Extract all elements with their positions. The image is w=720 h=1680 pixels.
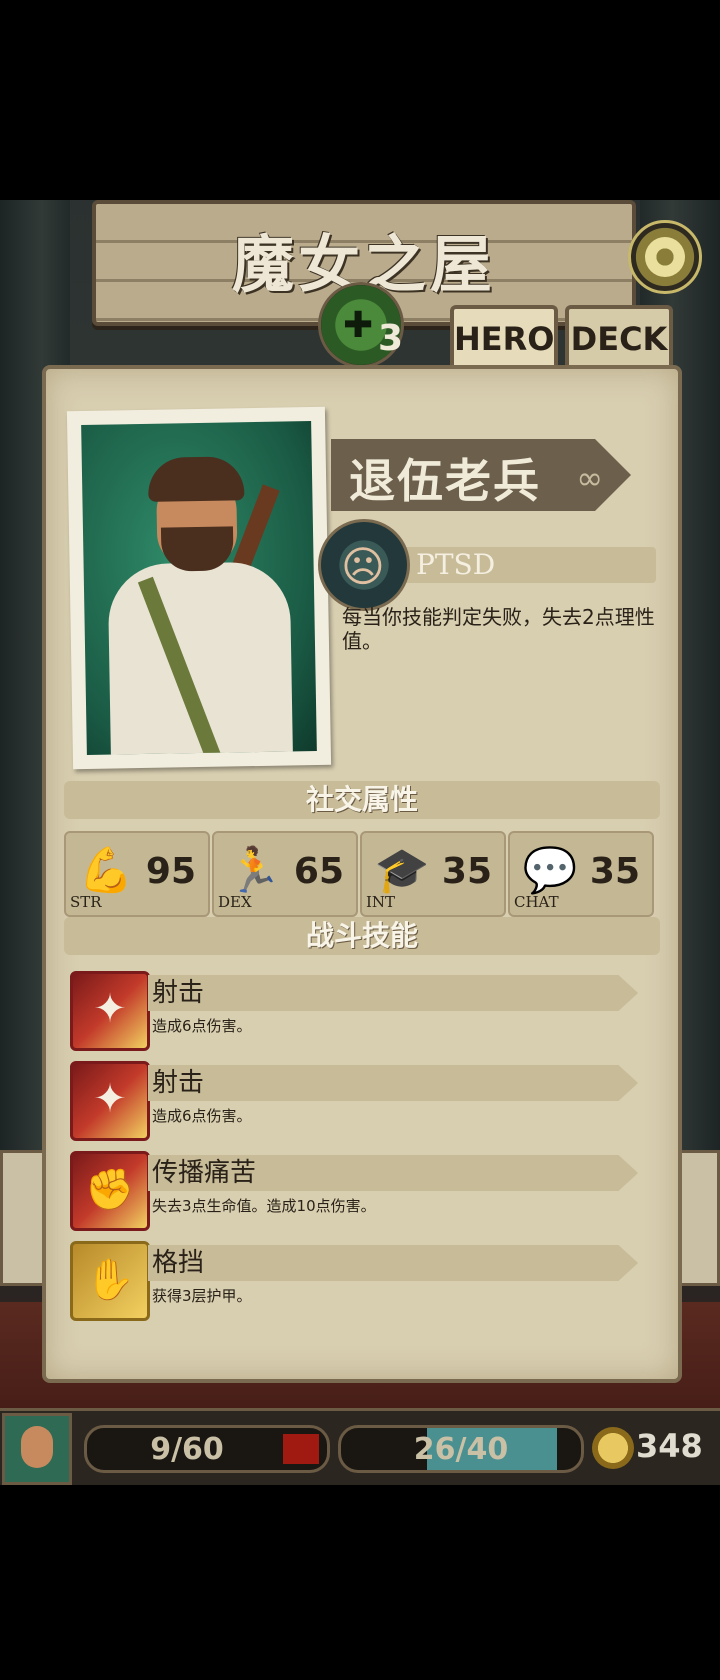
- stat-value: 95: [145, 851, 196, 892]
- hair-illustration: [147, 456, 245, 502]
- health-text: 9/60: [150, 1432, 224, 1467]
- arm-glyph: ✋: [85, 1257, 135, 1303]
- stat-int[interactable]: 🎓 35 INT: [360, 831, 506, 917]
- sanity-bar: 26/40: [338, 1425, 584, 1473]
- skill-name-bar: [148, 1065, 638, 1101]
- skill-name-bar: [148, 1245, 638, 1281]
- heal-cross-icon: ✚: [343, 305, 374, 346]
- settings-button[interactable]: [628, 220, 702, 294]
- block-arm-icon: ✋: [70, 1241, 150, 1321]
- gun-glyph: ✦: [93, 1076, 127, 1122]
- coin-count: 348: [636, 1427, 703, 1465]
- stat-value: 65: [293, 851, 344, 892]
- stat-label: CHAT: [514, 893, 559, 911]
- trait-description: 每当你技能判定失败，失去2点理性值。: [342, 605, 655, 653]
- skill-name: 格挡: [152, 1248, 205, 1278]
- stat-label: INT: [366, 893, 396, 911]
- bottom-hud: 9/60 26/40 348: [0, 1408, 720, 1485]
- skill-card[interactable]: ✦ 射击 造成6点伤害。: [70, 1059, 650, 1143]
- hero-portrait: [81, 421, 317, 755]
- stat-label: DEX: [218, 893, 252, 911]
- trait-avatar[interactable]: ☹: [318, 519, 410, 611]
- sanity-text: 26/40: [413, 1432, 509, 1467]
- health-fill: [283, 1434, 319, 1464]
- speech-icon: 💬: [522, 845, 578, 896]
- skill-description: 造成6点伤害。: [152, 1017, 252, 1035]
- gun-glyph: ✦: [93, 986, 127, 1032]
- hero-avatar[interactable]: [2, 1413, 72, 1485]
- knot-ornament-icon: ∞: [576, 459, 603, 497]
- skill-description: 失去3点生命值。造成10点伤害。: [152, 1197, 376, 1215]
- stat-chat[interactable]: 💬 35 CHAT: [508, 831, 654, 917]
- runner-icon: 🏃: [226, 845, 282, 896]
- scholar-icon: 🎓: [374, 845, 430, 896]
- skill-name-bar: [148, 975, 638, 1011]
- tab-hero[interactable]: HERO: [450, 305, 558, 369]
- hero-class-name: 退伍老兵: [349, 454, 541, 508]
- hero-card: 退伍老兵 ∞ ☹ PTSD 每当你技能判定失败，失去2点理性值。 社交属性 💪 …: [42, 365, 682, 1383]
- heal-count: 3: [378, 318, 404, 359]
- social-section-title: 社交属性: [64, 781, 660, 819]
- combat-section-title: 战斗技能: [64, 917, 660, 955]
- hero-portrait-frame: [66, 406, 332, 770]
- skill-name: 传播痛苦: [152, 1158, 257, 1188]
- health-bar: 9/60: [84, 1425, 330, 1473]
- stat-dex[interactable]: 🏃 65 DEX: [212, 831, 358, 917]
- tab-deck[interactable]: DECK: [565, 305, 673, 369]
- avatar-face: [21, 1426, 53, 1468]
- skill-card[interactable]: ✋ 格挡 获得3层护甲。: [70, 1239, 650, 1323]
- stat-label: STR: [70, 893, 102, 911]
- skill-name: 射击: [152, 978, 205, 1008]
- gear-icon: [645, 237, 685, 277]
- hand-glyph: ✊: [85, 1167, 135, 1213]
- stat-str[interactable]: 💪 95 STR: [64, 831, 210, 917]
- muscle-icon: 💪: [78, 845, 134, 896]
- skill-description: 获得3层护甲。: [152, 1287, 252, 1305]
- trait-name: PTSD: [416, 548, 496, 581]
- gun-shot-icon: ✦: [70, 971, 150, 1051]
- stat-value: 35: [589, 851, 640, 892]
- bleeding-hand-icon: ✊: [70, 1151, 150, 1231]
- skill-description: 造成6点伤害。: [152, 1107, 252, 1125]
- class-banner: 退伍老兵 ∞: [331, 439, 631, 511]
- gun-shot-icon: ✦: [70, 1061, 150, 1141]
- skill-card[interactable]: ✊ 传播痛苦 失去3点生命值。造成10点伤害。: [70, 1149, 650, 1233]
- hands-on-face-icon: ☹: [341, 542, 385, 591]
- stat-value: 35: [441, 851, 492, 892]
- coin-icon: [592, 1427, 634, 1469]
- skill-card[interactable]: ✦ 射击 造成6点伤害。: [70, 969, 650, 1053]
- skill-name: 射击: [152, 1068, 205, 1098]
